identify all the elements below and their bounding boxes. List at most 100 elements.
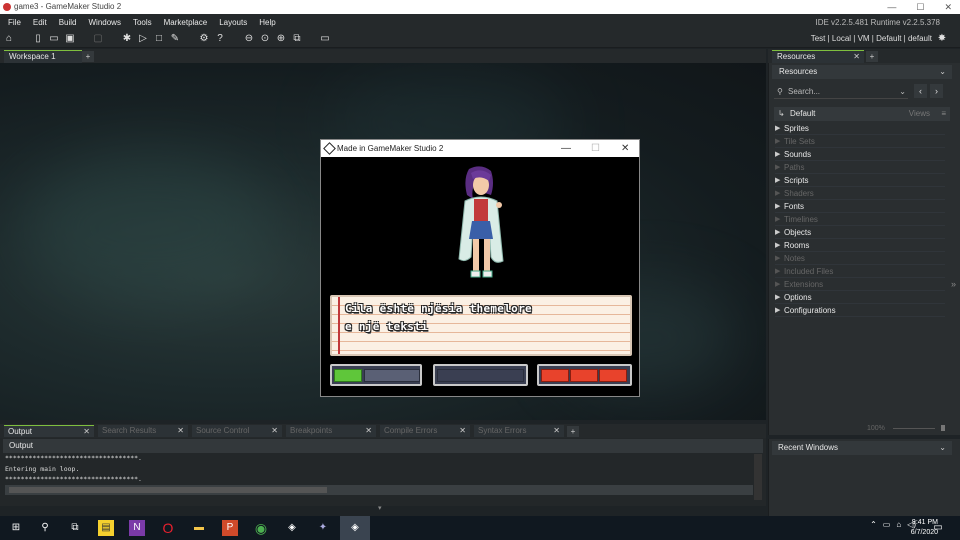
add-workspace-button[interactable]: + — [82, 51, 94, 62]
close-tab-icon[interactable]: ✕ — [553, 425, 560, 437]
resource-search-input[interactable]: ⚲ Search... ⌄ — [774, 84, 908, 99]
resource-folder-scripts[interactable]: ▶ Scripts — [775, 175, 945, 187]
app-taskbar-icon[interactable]: ✦ — [315, 520, 331, 536]
scrollbar-thumb[interactable] — [9, 487, 327, 493]
menu-tools[interactable]: Tools — [133, 18, 152, 27]
windows-start-icon[interactable]: ⊞ — [8, 520, 24, 536]
expand-arrow-icon[interactable]: ▶ — [775, 136, 780, 148]
menu-windows[interactable]: Windows — [88, 18, 120, 27]
expand-arrow-icon[interactable]: ▶ — [775, 292, 780, 304]
menu-file[interactable]: File — [8, 18, 21, 27]
game-close-button[interactable]: ✕ — [621, 140, 629, 157]
answer-button-middle[interactable] — [433, 364, 528, 386]
close-button[interactable]: ✕ — [944, 0, 952, 14]
resource-folder-objects[interactable]: ▶ Objects — [775, 227, 945, 239]
resource-view-default[interactable]: ↳ Default Views ≡ — [774, 107, 950, 121]
powerpoint-icon[interactable]: P — [222, 520, 238, 536]
menu-icon[interactable]: ≡ — [941, 107, 946, 121]
expand-arrow-icon[interactable]: ▶ — [775, 279, 780, 291]
zoom-slider[interactable]: 100% — [867, 425, 945, 432]
collapse-output-icon[interactable]: ▾ — [378, 504, 382, 512]
tab-source-control[interactable]: Source Control ✕ — [192, 425, 282, 437]
resource-folder-configurations[interactable]: ▶ Configurations — [775, 305, 945, 317]
expand-arrow-icon[interactable]: ▶ — [775, 123, 780, 135]
close-tab-icon[interactable]: ✕ — [365, 425, 372, 437]
chrome-icon[interactable]: ◉ — [253, 520, 269, 536]
file-explorer-icon[interactable]: ▬ — [191, 520, 207, 536]
resource-folder-included-files[interactable]: ▶ Included Files — [775, 266, 945, 278]
network-icon[interactable]: ⌂ — [896, 520, 901, 529]
game-maximize-button[interactable]: ☐ — [591, 140, 600, 157]
menu-build[interactable]: Build — [59, 18, 77, 27]
resource-folder-sounds[interactable]: ▶ Sounds — [775, 149, 945, 161]
expand-arrow-icon[interactable]: ▶ — [775, 188, 780, 200]
maximize-button[interactable]: ☐ — [916, 0, 924, 14]
home-icon[interactable]: ⌂ — [3, 33, 15, 45]
debug-icon[interactable]: ✱ — [121, 33, 133, 45]
zoom-in-icon[interactable]: ⊕ — [275, 33, 287, 45]
stop-icon[interactable]: □ — [153, 33, 165, 45]
collapse-right-icon[interactable]: » — [951, 279, 956, 289]
notifications-icon[interactable]: ▭ — [930, 520, 946, 536]
resources-header[interactable]: Resources ⌄ — [772, 65, 952, 79]
save-icon[interactable]: ▣ — [64, 33, 76, 45]
tab-breakpoints[interactable]: Breakpoints ✕ — [286, 425, 376, 437]
resource-folder-tile-sets[interactable]: ▶ Tile Sets — [775, 136, 945, 148]
zoom-reset-icon[interactable]: ⊙ — [259, 33, 271, 45]
close-tab-icon[interactable]: ✕ — [177, 425, 184, 437]
new-project-icon[interactable]: ▯ — [32, 33, 44, 45]
chevron-down-icon[interactable]: ⌄ — [939, 65, 946, 79]
expand-arrow-icon[interactable]: ▶ — [775, 253, 780, 265]
build-target-selector[interactable]: Test | Local | VM | Default | default — [811, 34, 932, 43]
zoom-out-icon[interactable]: ⊖ — [243, 33, 255, 45]
tab-compile-errors[interactable]: Compile Errors ✕ — [380, 425, 470, 437]
close-tab-icon[interactable]: ✕ — [853, 51, 860, 63]
expand-arrow-icon[interactable]: ▶ — [775, 162, 780, 174]
answer-button-red[interactable] — [537, 364, 632, 386]
tab-syntax-errors[interactable]: Syntax Errors ✕ — [474, 425, 564, 437]
resource-folder-shaders[interactable]: ▶ Shaders — [775, 188, 945, 200]
expand-arrow-icon[interactable]: ▶ — [775, 175, 780, 187]
menu-layouts[interactable]: Layouts — [219, 18, 247, 27]
monitor-icon[interactable]: ▭ — [319, 33, 331, 45]
game-window[interactable]: Made in GameMaker Studio 2 — ☐ ✕ Cila ës… — [320, 139, 640, 397]
answer-button-green[interactable] — [330, 364, 422, 386]
expand-arrow-icon[interactable]: ▶ — [775, 305, 780, 317]
chevron-down-icon[interactable]: ⌄ — [939, 441, 946, 455]
opera-icon[interactable]: O — [160, 520, 176, 536]
clean-icon[interactable]: ✎ — [169, 33, 181, 45]
output-horizontal-scrollbar[interactable] — [5, 485, 753, 495]
sticky-notes-icon[interactable]: ▤ — [98, 520, 114, 536]
gamemaker-running-icon[interactable]: ◈ — [340, 516, 370, 540]
tab-resources[interactable]: Resources ✕ — [772, 50, 864, 63]
close-tab-icon[interactable]: ✕ — [83, 426, 90, 438]
add-output-tab-button[interactable]: + — [567, 426, 579, 437]
nav-back-button[interactable]: ‹ — [914, 84, 927, 98]
expand-arrow-icon[interactable]: ▶ — [775, 201, 780, 213]
expand-arrow-icon[interactable]: ▶ — [775, 149, 780, 161]
resource-folder-fonts[interactable]: ▶ Fonts — [775, 201, 945, 213]
tab-output[interactable]: Output ✕ — [4, 425, 94, 437]
help-icon[interactable]: ? — [214, 33, 226, 45]
battery-icon[interactable]: ▭ — [883, 520, 891, 529]
search-icon[interactable]: ⚲ — [37, 520, 53, 536]
resource-folder-paths[interactable]: ▶ Paths — [775, 162, 945, 174]
output-vertical-scrollbar[interactable] — [754, 454, 762, 500]
game-canvas[interactable]: Cila është njësia themelore e një teksti — [321, 157, 639, 396]
menu-help[interactable]: Help — [259, 18, 275, 27]
gamemaker-taskbar-icon[interactable]: ◈ — [284, 520, 300, 536]
run-icon[interactable]: ▷ — [137, 33, 149, 45]
add-right-tab-button[interactable]: + — [866, 51, 878, 62]
tray-chevron-icon[interactable]: ⌃ — [870, 520, 877, 529]
onenote-icon[interactable]: N — [129, 520, 145, 536]
resource-folder-options[interactable]: ▶ Options — [775, 292, 945, 304]
resource-folder-notes[interactable]: ▶ Notes — [775, 253, 945, 265]
package-icon[interactable]: ▢ — [92, 33, 104, 45]
open-project-icon[interactable]: ▭ — [48, 33, 60, 45]
close-tab-icon[interactable]: ✕ — [459, 425, 466, 437]
search-dropdown-icon[interactable]: ⌄ — [899, 84, 906, 99]
expand-arrow-icon[interactable]: ▶ — [775, 266, 780, 278]
resource-folder-rooms[interactable]: ▶ Rooms — [775, 240, 945, 252]
menu-marketplace[interactable]: Marketplace — [164, 18, 208, 27]
task-view-icon[interactable]: ⧉ — [67, 520, 83, 536]
